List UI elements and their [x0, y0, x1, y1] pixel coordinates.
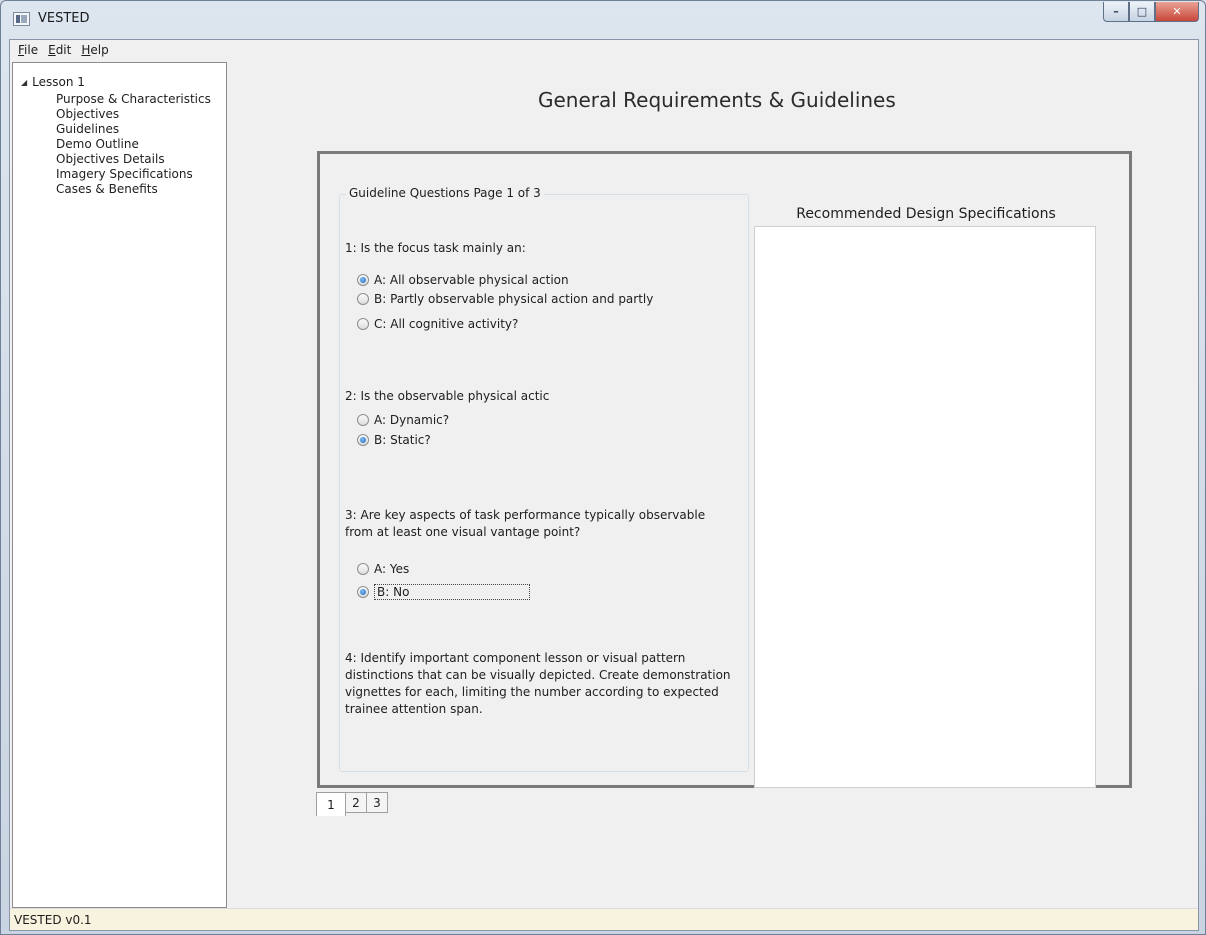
title-bar[interactable]: VESTED – □ ✕	[1, 1, 1205, 39]
menu-bar: File Edit Help	[10, 40, 1198, 60]
menu-help[interactable]: Help	[76, 43, 113, 57]
question-1-text: 1: Is the focus task mainly an:	[345, 241, 526, 255]
tree-item-guidelines[interactable]: Guidelines	[56, 122, 211, 137]
menu-file[interactable]: File	[13, 43, 43, 57]
client-area: File Edit Help ◢ Lesson 1 Purpose & Char…	[9, 39, 1199, 931]
q1-option-c-label: C: All cognitive activity?	[374, 317, 519, 331]
tree-item-lesson-1[interactable]: ◢ Lesson 1	[21, 75, 85, 89]
menu-edit-label: dit	[55, 43, 72, 57]
question-4-line-2: distinctions that can be visually depict…	[345, 668, 731, 682]
q1-option-a[interactable]: A: All observable physical action	[357, 272, 569, 288]
question-4-line-3: vignettes for each, limiting the number …	[345, 685, 719, 699]
page-tabs: 1 2 3	[316, 792, 388, 816]
menu-file-label: ile	[24, 43, 39, 57]
menu-help-label: elp	[90, 43, 109, 57]
caption-buttons: – □ ✕	[1103, 2, 1199, 22]
menu-edit-mnemonic: E	[48, 43, 56, 57]
minimize-button[interactable]: –	[1103, 2, 1129, 22]
q1-option-b-label: B: Partly observable physical action and…	[374, 292, 654, 306]
q3-option-a-label: A: Yes	[374, 562, 410, 576]
radio-icon[interactable]	[357, 563, 369, 575]
q2-option-a[interactable]: A: Dynamic?	[357, 412, 449, 428]
radio-icon[interactable]	[357, 318, 369, 330]
tree-item-cases-benefits[interactable]: Cases & Benefits	[56, 182, 211, 197]
tree-item-objectives-details[interactable]: Objectives Details	[56, 152, 211, 167]
maximize-icon: □	[1136, 5, 1148, 18]
question-3-line-1: 3: Are key aspects of task performance t…	[345, 508, 706, 522]
page-tab-1[interactable]: 1	[316, 792, 346, 816]
question-4-text: 4: Identify important component lesson o…	[345, 650, 731, 718]
group-legend: Guideline Questions Page 1 of 3	[346, 186, 544, 200]
close-icon: ✕	[1172, 5, 1182, 18]
tree-children: Purpose & Characteristics Objectives Gui…	[56, 92, 211, 197]
close-button[interactable]: ✕	[1155, 2, 1199, 22]
q3-option-b[interactable]: B: No	[357, 584, 530, 600]
question-4-line-4: trainee attention span.	[345, 702, 483, 716]
q3-option-a[interactable]: A: Yes	[357, 561, 409, 577]
status-text: VESTED v0.1	[14, 912, 92, 927]
lesson-tree[interactable]: ◢ Lesson 1 Purpose & Characteristics Obj…	[12, 62, 227, 908]
question-2-text: 2: Is the observable physical actic	[345, 389, 550, 403]
q3-option-b-label: B: No	[374, 584, 530, 600]
page-tab-2[interactable]: 2	[345, 792, 367, 813]
tree-item-demo-outline[interactable]: Demo Outline	[56, 137, 211, 152]
q2-option-a-label: A: Dynamic?	[374, 413, 450, 427]
minimize-icon: –	[1113, 5, 1119, 18]
radio-icon[interactable]	[357, 414, 369, 426]
radio-checked-icon[interactable]	[357, 434, 369, 446]
tree-item-purpose[interactable]: Purpose & Characteristics	[56, 92, 211, 107]
q1-option-a-label: A: All observable physical action	[374, 273, 569, 287]
app-icon[interactable]	[13, 12, 30, 26]
q2-option-b-label: B: Static?	[374, 433, 431, 447]
page-title: General Requirements & Guidelines	[538, 88, 896, 112]
page-tab-3[interactable]: 3	[366, 792, 388, 813]
maximize-button[interactable]: □	[1129, 2, 1155, 22]
tree-item-objectives[interactable]: Objectives	[56, 107, 211, 122]
status-bar: VESTED v0.1	[10, 908, 1198, 930]
menu-edit[interactable]: Edit	[43, 43, 76, 57]
spec-panel-title: Recommended Design Specifications	[796, 206, 1056, 222]
question-3-line-2: from at least one visual vantage point?	[345, 525, 581, 539]
guideline-questions-group: Guideline Questions Page 1 of 3 1: Is th…	[339, 186, 749, 772]
q1-option-b[interactable]: B: Partly observable physical action and…	[357, 291, 653, 307]
design-specifications-panel[interactable]	[754, 226, 1096, 788]
app-window: VESTED – □ ✕ File Edit Help ◢ Lesson 1 P…	[0, 0, 1206, 935]
window-title: VESTED	[38, 11, 90, 26]
question-4-line-1: 4: Identify important component lesson o…	[345, 651, 686, 665]
q2-option-b[interactable]: B: Static?	[357, 432, 431, 448]
question-3-text: 3: Are key aspects of task performance t…	[345, 507, 705, 541]
expand-arrow-icon[interactable]: ◢	[21, 78, 27, 87]
content-frame: Guideline Questions Page 1 of 3 1: Is th…	[317, 151, 1132, 788]
tree-item-imagery-specifications[interactable]: Imagery Specifications	[56, 167, 211, 182]
q1-option-c[interactable]: C: All cognitive activity?	[357, 316, 518, 332]
radio-icon[interactable]	[357, 293, 369, 305]
radio-checked-icon[interactable]	[357, 586, 369, 598]
tree-root-label: Lesson 1	[32, 75, 85, 89]
radio-checked-icon[interactable]	[357, 274, 369, 286]
